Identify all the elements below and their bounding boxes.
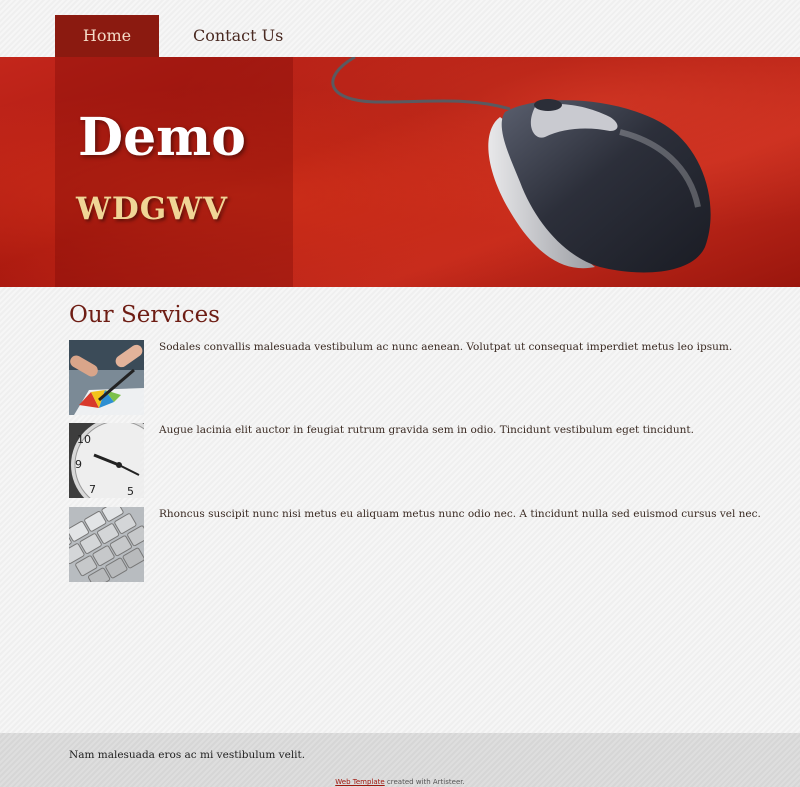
footer-text: Nam malesuada eros ac mi vestibulum veli…	[69, 749, 306, 761]
nav-item-home[interactable]: Home	[55, 15, 159, 57]
service-item: 7 9 10 5 Augue lacinia elit auctor in fe…	[69, 423, 769, 498]
svg-text:10: 10	[77, 433, 91, 446]
header-title-panel	[55, 57, 293, 287]
service-description: Sodales convallis malesuada vestibulum a…	[159, 341, 733, 353]
footer: Nam malesuada eros ac mi vestibulum veli…	[0, 733, 800, 787]
nav-item-contact-us[interactable]: Contact Us	[193, 15, 283, 57]
footer-credit: Web Template created with Artisteer.	[0, 778, 800, 786]
svg-text:7: 7	[89, 483, 96, 496]
computer-mouse-image	[331, 57, 711, 273]
main-nav: Home Contact Us	[55, 15, 283, 57]
site-title: Demo	[78, 107, 246, 168]
service-item: Sodales convallis malesuada vestibulum a…	[69, 340, 769, 415]
svg-text:5: 5	[127, 485, 134, 498]
site-slogan: WDGWV	[76, 191, 229, 227]
svg-text:9: 9	[75, 458, 82, 471]
chart-and-hands-photo	[69, 340, 144, 415]
credit-text: created with Artisteer.	[384, 778, 465, 786]
clock-photo: 7 9 10 5	[69, 423, 144, 498]
service-description: Augue lacinia elit auctor in feugiat rut…	[159, 424, 694, 436]
services-heading: Our Services	[69, 302, 220, 328]
service-description: Rhoncus suscipit nunc nisi metus eu aliq…	[159, 508, 761, 520]
web-template-link[interactable]: Web Template	[335, 778, 384, 786]
header-banner: Demo WDGWV	[0, 57, 800, 287]
service-item: Rhoncus suscipit nunc nisi metus eu aliq…	[69, 507, 769, 582]
keyboard-photo	[69, 507, 144, 582]
